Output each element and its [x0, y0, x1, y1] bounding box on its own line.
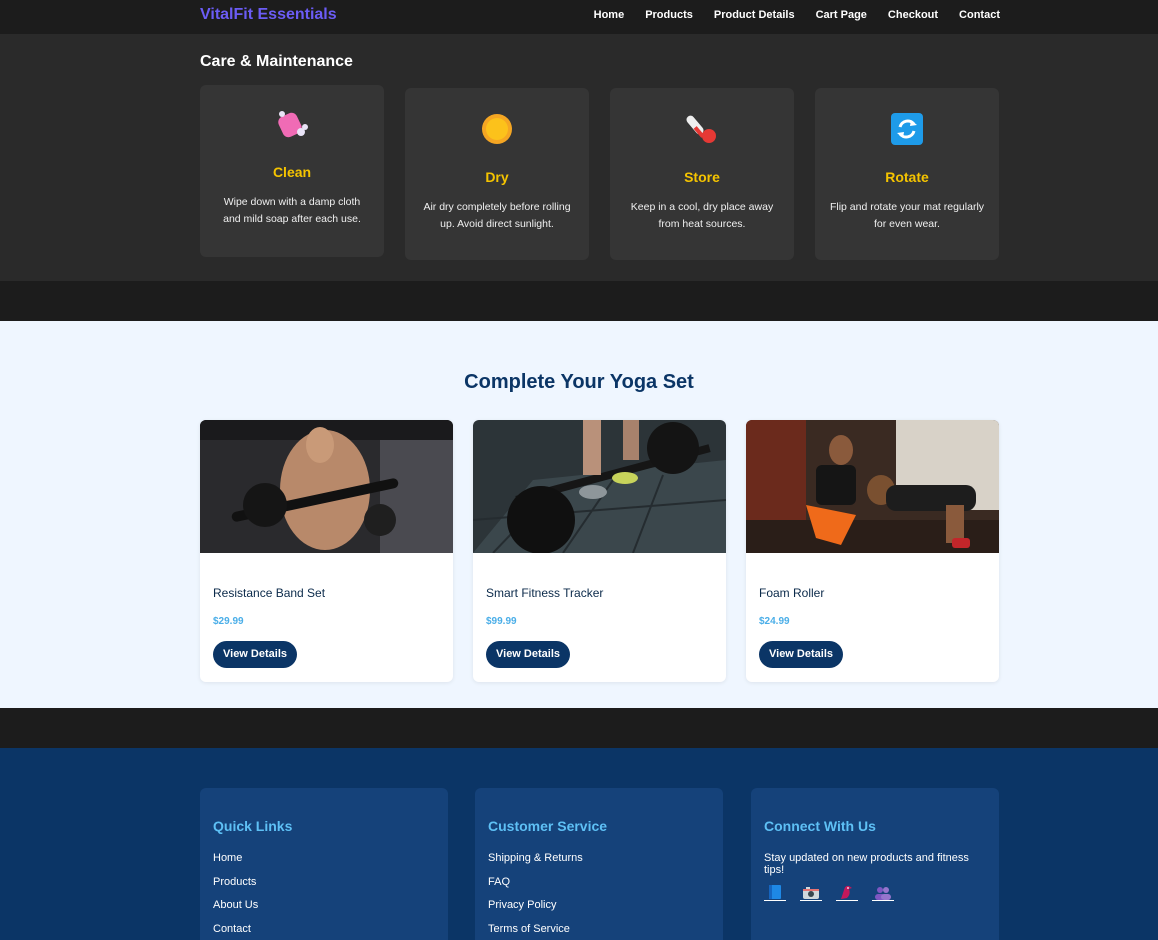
section-divider — [0, 281, 1158, 321]
care-card-store: Store Keep in a cool, dry place away fro… — [610, 88, 794, 260]
product-card-foam-roller[interactable]: Foam Roller $24.99 View Details — [746, 420, 999, 682]
footer-link-home[interactable]: Home — [213, 852, 258, 876]
nav-link-contact[interactable]: Contact — [959, 9, 1000, 21]
footer-link-faq[interactable]: FAQ — [488, 876, 583, 900]
product-price: $29.99 — [213, 616, 244, 627]
footer-link-about[interactable]: About Us — [213, 899, 258, 923]
footer-connect: Connect With Us Stay updated on new prod… — [751, 788, 999, 940]
footer-heading: Quick Links — [213, 818, 293, 834]
product-card-fitness-tracker[interactable]: Smart Fitness Tracker $99.99 View Detail… — [473, 420, 726, 682]
yoga-set-section: Complete Your Yoga Set Resistance Band S… — [0, 321, 1158, 708]
top-nav: VitalFit Essentials Home Products Produc… — [0, 0, 1158, 34]
nav-link-home[interactable]: Home — [594, 9, 625, 21]
product-card-resistance-band[interactable]: Resistance Band Set $29.99 View Details — [200, 420, 453, 682]
care-card-name: Clean — [272, 164, 312, 180]
social-links — [764, 883, 894, 901]
thermometer-icon — [610, 110, 794, 148]
product-name[interactable]: Resistance Band Set — [213, 586, 325, 600]
care-section: Care & Maintenance Clean Wipe down with … — [0, 34, 1158, 281]
product-image[interactable] — [200, 420, 453, 553]
product-image[interactable] — [473, 420, 726, 553]
care-card-name: Store — [684, 169, 720, 185]
care-card-clean: Clean Wipe down with a damp cloth and mi… — [200, 85, 384, 257]
nav-links: Home Products Product Details Cart Page … — [594, 9, 1000, 21]
book-icon[interactable] — [764, 883, 786, 901]
product-price: $99.99 — [486, 616, 517, 627]
nav-link-cart[interactable]: Cart Page — [816, 9, 867, 21]
footer-link-shipping[interactable]: Shipping & Returns — [488, 852, 583, 876]
footer-link-terms[interactable]: Terms of Service — [488, 923, 583, 940]
care-card-dry: Dry Air dry completely before rolling up… — [405, 88, 589, 260]
rotate-icon — [815, 110, 999, 148]
care-card-name: Dry — [485, 169, 509, 185]
section-title: Complete Your Yoga Set — [464, 371, 694, 393]
sun-icon — [405, 110, 589, 148]
people-icon[interactable] — [872, 883, 894, 901]
product-name[interactable]: Foam Roller — [759, 586, 824, 600]
footer-link-contact[interactable]: Contact — [213, 923, 258, 940]
product-name[interactable]: Smart Fitness Tracker — [486, 586, 603, 600]
footer-link-privacy[interactable]: Privacy Policy — [488, 899, 583, 923]
view-details-button[interactable]: View Details — [486, 641, 570, 668]
care-card-desc: Keep in a cool, dry place away from heat… — [630, 201, 774, 230]
care-card-name: Rotate — [885, 169, 929, 185]
footer-connect-text: Stay updated on new products and fitness… — [764, 852, 969, 876]
footer: Quick Links Home Products About Us Conta… — [0, 748, 1158, 940]
footer-customer-service: Customer Service Shipping & Returns FAQ … — [475, 788, 723, 940]
care-card-rotate: Rotate Flip and rotate your mat regularl… — [815, 88, 999, 260]
view-details-button[interactable]: View Details — [213, 641, 297, 668]
bird-icon[interactable] — [836, 883, 858, 901]
nav-link-checkout[interactable]: Checkout — [888, 9, 938, 21]
care-card-desc: Wipe down with a damp cloth and mild soa… — [223, 196, 361, 225]
footer-heading: Connect With Us — [764, 818, 876, 834]
footer-quick-links: Quick Links Home Products About Us Conta… — [200, 788, 448, 940]
footer-link-products[interactable]: Products — [213, 876, 258, 900]
view-details-button[interactable]: View Details — [759, 641, 843, 668]
care-title: Care & Maintenance — [200, 53, 353, 70]
section-divider — [0, 708, 1158, 748]
soap-icon — [200, 105, 384, 143]
care-card-desc: Flip and rotate your mat regularly for e… — [829, 201, 985, 230]
footer-heading: Customer Service — [488, 818, 608, 834]
product-image[interactable] — [746, 420, 999, 553]
nav-link-product-details[interactable]: Product Details — [714, 9, 795, 21]
nav-link-products[interactable]: Products — [645, 9, 693, 21]
brand-logo[interactable]: VitalFit Essentials — [200, 6, 337, 24]
product-price: $24.99 — [759, 616, 790, 627]
camera-icon[interactable] — [800, 883, 822, 901]
care-card-desc: Air dry completely before rolling up. Av… — [423, 201, 571, 230]
